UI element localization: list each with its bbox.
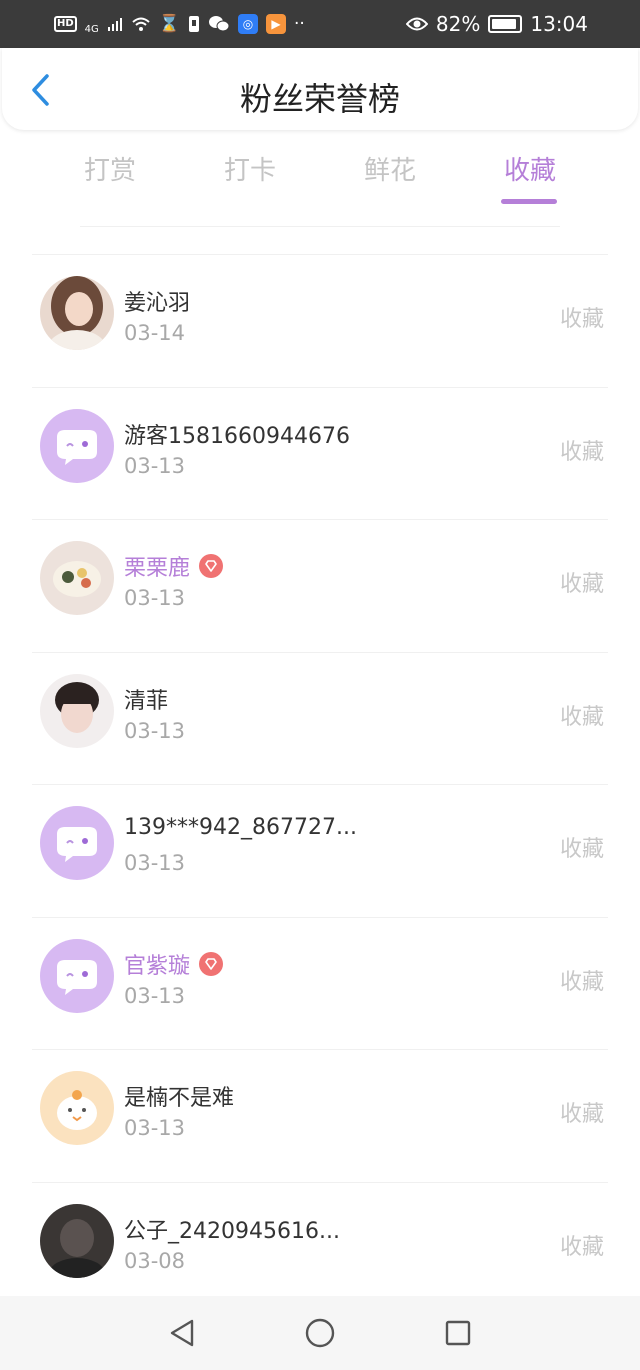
network-type: 4G <box>84 24 99 35</box>
list-item[interactable]: 清菲 03-13 收藏 <box>32 651 608 785</box>
signal-icon <box>107 16 123 32</box>
list-item[interactable]: 游客1581660944676 03-13 收藏 <box>32 386 608 520</box>
fan-action-label: 收藏 <box>559 837 604 862</box>
header: 粉丝荣誉榜 <box>2 48 638 130</box>
fan-list: 姜沁羽 03-14 收藏 游客1581660944676 03-13 收藏 栗栗… <box>0 254 640 1314</box>
photo-girl-avatar[interactable] <box>40 276 114 350</box>
fan-name: 官紫璇 <box>124 953 191 979</box>
default-chat-avatar[interactable] <box>40 938 114 1013</box>
fan-action-label: 收藏 <box>559 704 604 730</box>
tab-favorites[interactable]: 收藏 <box>480 150 580 187</box>
tab-checkin[interactable]: 打卡 <box>200 150 300 187</box>
app-icon-orange: ▶ <box>265 14 286 34</box>
eye-icon <box>405 16 428 32</box>
list-item[interactable]: 栗栗鹿 03-13 收藏 <box>32 519 608 652</box>
sim-icon <box>188 15 200 33</box>
fan-date: 03-08 <box>124 1248 186 1273</box>
active-tab-indicator <box>501 199 557 204</box>
fan-name: 姜沁羽 <box>124 291 191 316</box>
home-circle-icon[interactable] <box>300 1313 340 1353</box>
fan-name-row: 栗栗鹿 <box>124 550 224 582</box>
cartoon-chick-avatar[interactable] <box>40 1071 114 1145</box>
list-item[interactable]: 姜沁羽 03-14 收藏 <box>32 254 608 387</box>
fan-date: 03-13 <box>124 983 186 1008</box>
fan-name: 栗栗鹿 <box>124 556 191 581</box>
fan-date: 03-13 <box>124 851 186 875</box>
photo-boy-avatar[interactable] <box>40 673 114 748</box>
page-title: 粉丝荣誉榜 <box>239 80 400 118</box>
hourglass-icon: ⌛ <box>158 13 180 34</box>
divider <box>80 226 560 227</box>
tab-flowers[interactable]: 鲜花 <box>340 150 440 187</box>
default-chat-avatar[interactable] <box>40 408 114 483</box>
fan-date: 03-13 <box>124 586 186 610</box>
fan-name: 游客1581660944676 <box>124 423 350 449</box>
status-bar: HD 4G ⌛ ◎ ▶ ·· 82% 13:04 <box>0 0 640 48</box>
fan-name: 公子_2420945616... <box>124 1218 340 1244</box>
fan-action-label: 收藏 <box>559 439 604 465</box>
more-dots-icon: ·· <box>293 13 305 34</box>
food-avatar[interactable] <box>40 541 114 615</box>
fan-name: 139***942_867727... <box>124 815 357 840</box>
fan-date: 03-13 <box>124 1116 186 1140</box>
vip-diamond-icon <box>198 951 224 977</box>
recents-square-icon[interactable] <box>438 1313 478 1353</box>
list-item[interactable]: 官紫璇 03-13 收藏 <box>32 916 608 1050</box>
fan-name-row: 官紫璇 <box>124 948 224 980</box>
vip-diamond-icon <box>198 553 224 579</box>
fan-action-label: 收藏 <box>559 307 604 332</box>
app-icon-blue: ◎ <box>237 14 258 34</box>
list-item[interactable]: 公子_2420945616... 03-08 收藏 <box>32 1181 608 1315</box>
fan-name: 清菲 <box>124 688 169 714</box>
list-item[interactable]: 是楠不是难 03-13 收藏 <box>32 1049 608 1182</box>
wifi-icon <box>131 16 151 32</box>
back-triangle-icon[interactable] <box>162 1313 202 1353</box>
clock: 13:04 <box>530 12 588 36</box>
fan-date: 03-13 <box>124 718 186 743</box>
fan-date: 03-13 <box>124 453 186 478</box>
wechat-icon <box>208 15 230 33</box>
fan-action-label: 收藏 <box>559 1102 604 1127</box>
fan-name: 是楠不是难 <box>124 1086 235 1111</box>
status-bar-right: 82% 13:04 <box>405 12 588 36</box>
fan-date: 03-14 <box>124 321 186 345</box>
status-bar-left: HD 4G ⌛ ◎ ▶ ·· <box>54 13 305 35</box>
fan-action-label: 收藏 <box>559 969 604 995</box>
battery-icon <box>488 15 523 33</box>
battery-percent: 82% <box>435 12 481 36</box>
fan-action-label: 收藏 <box>559 572 604 597</box>
default-chat-avatar[interactable] <box>40 806 114 880</box>
list-item[interactable]: 139***942_867727... 03-13 收藏 <box>32 784 608 917</box>
hd-icon: HD <box>54 16 77 32</box>
fan-action-label: 收藏 <box>559 1234 604 1260</box>
tab-reward[interactable]: 打赏 <box>60 150 160 187</box>
dark-photo-avatar[interactable] <box>40 1203 114 1278</box>
system-nav-bar <box>0 1296 640 1370</box>
